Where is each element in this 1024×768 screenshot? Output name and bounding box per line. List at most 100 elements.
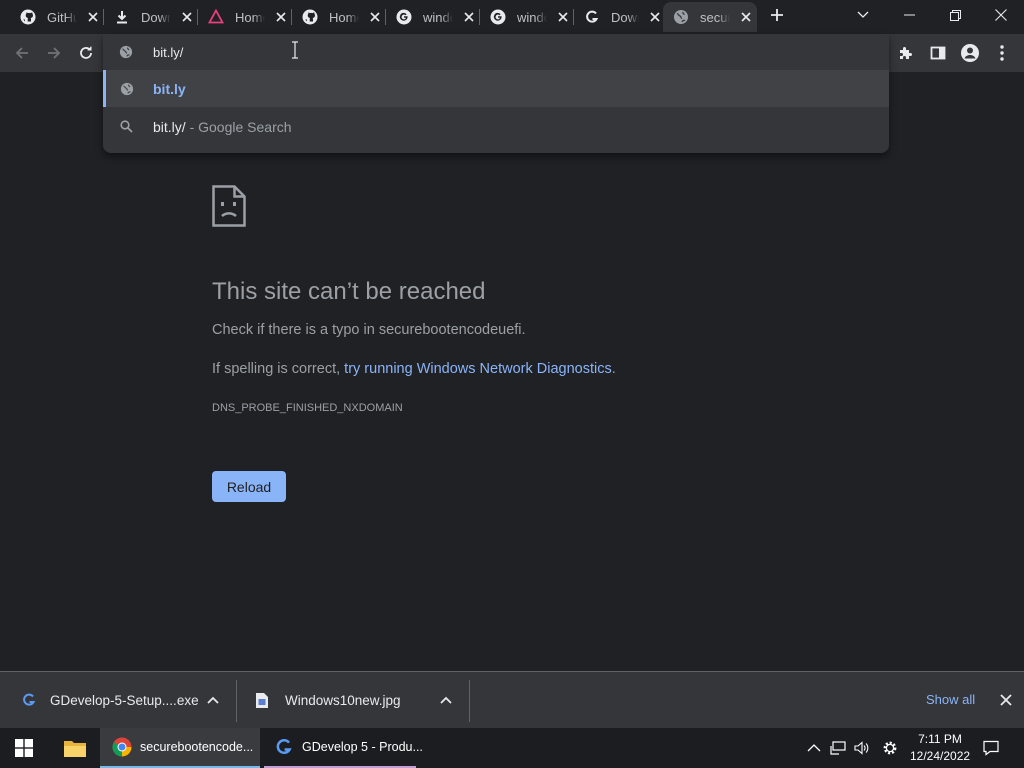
close-icon[interactable] bbox=[998, 692, 1014, 708]
file-explorer-button[interactable] bbox=[52, 728, 98, 768]
puzzle-icon bbox=[900, 47, 912, 59]
taskbar-gdevelop[interactable]: GDevelop 5 - Produ... bbox=[264, 728, 423, 768]
suggestion-bitly[interactable]: bit.ly bbox=[103, 70, 889, 107]
tab-home-affinity[interactable]: Home bbox=[198, 2, 290, 32]
error-code: DNS_PROBE_FINISHED_NXDOMAIN bbox=[212, 402, 403, 414]
download-icon bbox=[114, 9, 130, 25]
omnibox[interactable] bbox=[103, 34, 889, 70]
reload-icon bbox=[80, 46, 92, 59]
reload-toolbar-button[interactable] bbox=[72, 39, 100, 67]
download-filename: Windows10new.jpg bbox=[285, 692, 401, 708]
tab-secure-active[interactable]: secure bbox=[663, 2, 757, 32]
tab-windows-1[interactable]: windows bbox=[386, 2, 478, 32]
tab-download-gdevelop[interactable]: Download bbox=[574, 2, 662, 32]
close-tab-icon[interactable] bbox=[647, 9, 662, 25]
show-all-link[interactable]: Show all bbox=[926, 692, 975, 707]
restore-button[interactable] bbox=[932, 0, 978, 30]
volume-icon[interactable] bbox=[854, 740, 870, 756]
tab-label: windows bbox=[517, 9, 547, 25]
chevron-up-icon[interactable] bbox=[438, 692, 454, 708]
notification-icon[interactable] bbox=[983, 740, 999, 756]
tab-search-button[interactable] bbox=[840, 0, 886, 30]
clock-time[interactable]: 7:11 PM bbox=[910, 732, 970, 746]
downloads-bar: GDevelop-5-Setup....exe Windows10new.jpg… bbox=[0, 671, 1024, 728]
forward-button[interactable] bbox=[40, 39, 68, 67]
network-icon[interactable] bbox=[830, 740, 846, 756]
sad-page-icon bbox=[212, 185, 246, 227]
close-window-button[interactable] bbox=[978, 0, 1024, 30]
gdevelop-icon bbox=[20, 691, 38, 709]
suggestion-text: bit.ly/ - Google Search bbox=[153, 119, 292, 135]
taskbar: securebootencode... GDevelop 5 - Produ..… bbox=[0, 728, 1024, 768]
close-tab-icon[interactable] bbox=[273, 9, 289, 25]
extensions-button[interactable] bbox=[892, 39, 920, 67]
side-panel-icon bbox=[930, 46, 946, 60]
text-cursor-icon bbox=[292, 41, 298, 59]
gear-icon[interactable] bbox=[882, 740, 898, 756]
spelling-suffix: . bbox=[611, 361, 616, 377]
gdevelop-icon bbox=[274, 737, 294, 757]
google-icon bbox=[490, 9, 506, 25]
tab-label: Download bbox=[611, 9, 639, 25]
tab-downloads[interactable]: Downloads bbox=[104, 2, 196, 32]
taskbar-chrome[interactable]: securebootencode... bbox=[100, 728, 260, 768]
download-divider bbox=[236, 680, 237, 722]
back-arrow-icon bbox=[15, 47, 28, 59]
globe-icon bbox=[673, 9, 689, 25]
tab-strip: GitHub Downloads Home Home windows windo… bbox=[0, 0, 1024, 34]
forward-arrow-icon bbox=[48, 47, 61, 59]
tab-windows-2[interactable]: windows bbox=[480, 2, 572, 32]
network-diagnostics-link[interactable]: try running Windows Network Diagnostics bbox=[344, 361, 612, 377]
menu-button[interactable] bbox=[988, 39, 1016, 67]
error-title: This site can’t be reached bbox=[212, 278, 486, 305]
globe-icon bbox=[119, 45, 133, 59]
error-page: This site can’t be reached Check if ther… bbox=[0, 72, 1024, 671]
chevron-up-icon[interactable] bbox=[806, 740, 822, 756]
github-icon bbox=[302, 9, 318, 25]
minimize-icon bbox=[903, 14, 915, 16]
close-tab-icon[interactable] bbox=[738, 9, 754, 25]
close-tab-icon[interactable] bbox=[367, 9, 383, 25]
close-tab-icon[interactable] bbox=[179, 9, 195, 25]
new-tab-button[interactable] bbox=[754, 0, 800, 30]
close-tab-icon[interactable] bbox=[461, 9, 477, 25]
google-icon bbox=[396, 9, 412, 25]
tab-github[interactable]: GitHub bbox=[10, 2, 102, 32]
omnibox-dropdown: bit.ly bit.ly/ - Google Search bbox=[103, 34, 889, 153]
error-check-text: Check if there is a typo in securebooten… bbox=[212, 322, 526, 338]
suggestion-google-search[interactable]: bit.ly/ - Google Search bbox=[103, 108, 889, 145]
chrome-icon bbox=[112, 737, 132, 757]
github-icon bbox=[20, 9, 36, 25]
restore-icon bbox=[949, 9, 961, 21]
tab-home-github[interactable]: Home bbox=[292, 2, 384, 32]
back-button[interactable] bbox=[8, 39, 36, 67]
folder-icon bbox=[64, 741, 86, 757]
profile-button[interactable] bbox=[956, 39, 984, 67]
gdevelop-icon bbox=[584, 9, 600, 25]
tab-label: Home bbox=[235, 9, 265, 25]
suggestion-suffix: - Google Search bbox=[185, 119, 292, 135]
close-tab-icon[interactable] bbox=[85, 9, 101, 25]
reload-button[interactable]: Reload bbox=[212, 471, 286, 502]
minimize-button[interactable] bbox=[886, 0, 932, 30]
side-panel-button[interactable] bbox=[924, 39, 952, 67]
taskbar-label: securebootencode... bbox=[140, 740, 254, 754]
start-button[interactable] bbox=[0, 728, 48, 768]
clock-date[interactable]: 12/24/2022 bbox=[910, 749, 970, 763]
tab-label: Downloads bbox=[141, 9, 171, 25]
affinity-icon bbox=[208, 9, 224, 25]
windows-logo-icon bbox=[15, 739, 33, 757]
suggestion-query: bit.ly/ bbox=[153, 119, 186, 135]
globe-icon bbox=[119, 81, 134, 96]
download-item-image[interactable]: Windows10new.jpg bbox=[253, 672, 468, 728]
error-spelling-text: If spelling is correct, try running Wind… bbox=[212, 361, 616, 377]
chevron-up-icon[interactable] bbox=[205, 692, 221, 708]
tab-label: windows bbox=[423, 9, 453, 25]
download-filename: GDevelop-5-Setup....exe bbox=[50, 692, 199, 708]
close-tab-icon[interactable] bbox=[555, 9, 571, 25]
address-input[interactable] bbox=[153, 45, 753, 60]
download-item-gdevelop[interactable]: GDevelop-5-Setup....exe bbox=[20, 672, 235, 728]
image-file-icon bbox=[253, 691, 271, 709]
tab-label: Home bbox=[329, 9, 359, 25]
chevron-down-icon bbox=[857, 11, 869, 18]
